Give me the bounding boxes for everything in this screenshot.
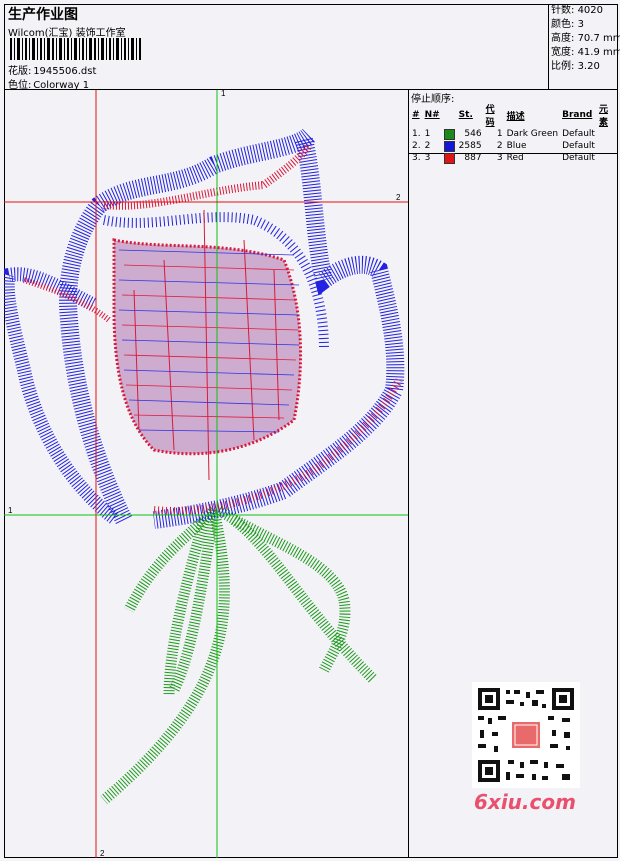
guide-label-v1: 1 xyxy=(221,90,226,98)
col-code: 代码 xyxy=(485,105,495,128)
guide-label-h2: 2 xyxy=(396,193,401,202)
embroidery-canvas: 1 2 1 2 xyxy=(4,90,408,858)
guide-lines xyxy=(4,90,408,858)
stop-sequence-table: # N# St. 代码 描述 Brand 元素 1. 1 546 1 Dark … xyxy=(410,102,618,164)
stat-colors: 颜色: 3 xyxy=(551,19,584,30)
color-swatch-red xyxy=(443,152,455,164)
stats-panel: 针数: 4020 颜色: 3 高度: 70.7 mm 宽度: 41.9 mm 比… xyxy=(548,4,620,90)
barcode xyxy=(10,38,141,60)
stat-stitches: 针数: 4020 xyxy=(551,5,604,16)
col-desc: 描述 xyxy=(506,111,525,122)
table-row[interactable]: 1. 1 546 1 Dark Green Default xyxy=(410,128,618,140)
table-row[interactable]: 2. 2 2585 2 Blue Default xyxy=(410,140,618,152)
watermark-logo[interactable]: 6xiu.com xyxy=(474,790,576,814)
color-swatch-green xyxy=(443,128,455,140)
qr-code-icon xyxy=(472,682,580,788)
colorway-label: 色位: xyxy=(8,80,32,91)
stem-green-thread xyxy=(100,505,378,805)
col-index: # xyxy=(412,110,420,120)
studio-name: Wilcom(汇宝) 装饰工作室 xyxy=(8,28,126,39)
color-swatch-blue xyxy=(443,140,455,152)
stat-width: 宽度: 41.9 mm xyxy=(551,47,620,58)
stop-sequence-panel: 停止顺序: # N# St. 代码 描述 Brand 元素 1. 1 546 1… xyxy=(409,90,618,164)
stat-scale: 比例: 3.20 xyxy=(551,61,600,72)
col-n: N# xyxy=(424,110,440,120)
design-file-line: 花版: 1945506.dst xyxy=(8,62,96,77)
col-element: 元素 xyxy=(598,105,608,128)
col-brand: Brand xyxy=(562,110,593,120)
guide-label-v2: 2 xyxy=(100,849,105,858)
guide-label-h1: 1 xyxy=(8,506,13,515)
col-stitches: St. xyxy=(458,110,473,120)
stat-height: 高度: 70.7 mm xyxy=(551,33,620,44)
col-swatch xyxy=(442,102,457,128)
design-file-label: 花版: xyxy=(8,66,32,77)
design-preview[interactable]: 1 2 1 2 xyxy=(4,90,409,858)
table-header-row: # N# St. 代码 描述 Brand 元素 xyxy=(410,102,618,128)
table-row[interactable]: 3. 3 887 3 Red Default xyxy=(410,152,618,164)
page-title: 生产作业图 xyxy=(8,7,78,23)
header: 生产作业图 Wilcom(汇宝) 装饰工作室 花版: 1945506.dst 色… xyxy=(4,4,620,91)
colorway-line: 色位: Colorway 1 xyxy=(8,76,89,91)
